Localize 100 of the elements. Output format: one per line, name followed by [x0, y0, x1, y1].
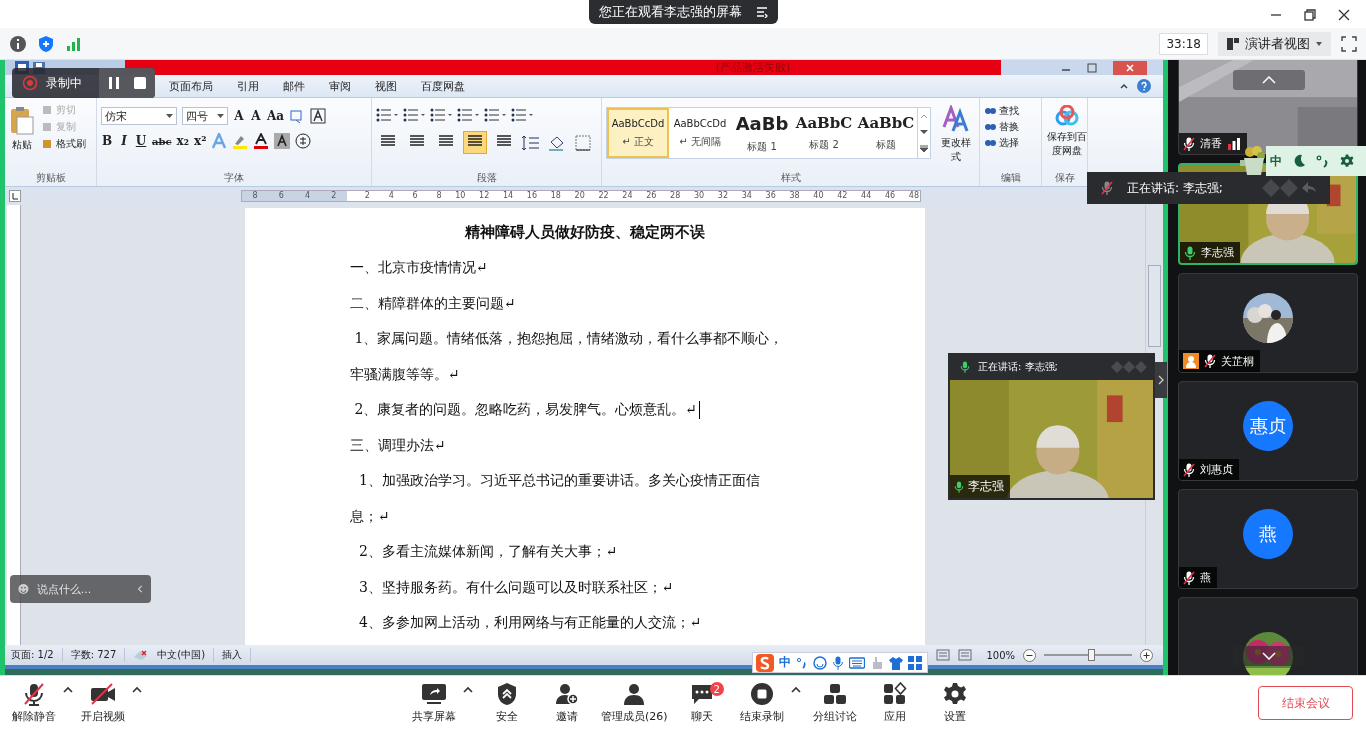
zoom-out-icon[interactable] — [1023, 648, 1036, 662]
security-shield-icon[interactable] — [37, 34, 55, 53]
collapse-icon[interactable] — [136, 584, 143, 594]
fullscreen-icon[interactable] — [1341, 35, 1357, 52]
view-mode-dropdown[interactable]: 演讲者视图 — [1218, 31, 1331, 56]
collapse-ribbon-icon[interactable] — [1119, 81, 1129, 91]
toolbar-button[interactable]: 应用 — [868, 682, 921, 724]
editing-button[interactable]: 查找 — [984, 104, 1019, 118]
ribbon-tab[interactable]: 百度网盘 — [409, 78, 477, 94]
participant-tile[interactable] — [1178, 597, 1358, 675]
caret-icon[interactable] — [790, 686, 801, 693]
toolbar-button[interactable]: 设置 — [928, 682, 981, 724]
font-tool-button[interactable]: A — [233, 109, 245, 123]
help-icon[interactable] — [1137, 79, 1151, 93]
style-option[interactable]: AaBb 标题 1 — [731, 108, 793, 158]
toolbar-button[interactable]: 共享屏幕 — [408, 682, 460, 724]
toolbar-button[interactable]: 安全 — [481, 682, 533, 724]
ribbon-tab[interactable]: 页面布局 — [157, 78, 225, 94]
style-option[interactable]: AaBbC 标题 2 — [793, 108, 855, 158]
toolbar-button[interactable]: 结束录制 — [735, 682, 788, 724]
editing-button[interactable]: 选择 — [984, 136, 1019, 150]
chat-bar[interactable]: 说点什么... — [10, 575, 151, 603]
participant-tile[interactable]: 清香 — [1178, 60, 1358, 155]
font-format-button[interactable]: B — [101, 134, 113, 148]
close-button[interactable] — [1113, 60, 1147, 75]
microphone-icon[interactable] — [832, 655, 844, 670]
zoom-thumb[interactable] — [1087, 649, 1095, 661]
ribbon-tab[interactable]: 审阅 — [317, 78, 363, 94]
style-option[interactable]: AaBbC 标题 — [855, 108, 917, 158]
list-format-icon[interactable] — [403, 107, 425, 123]
caret-icon[interactable] — [463, 686, 473, 693]
close-icon[interactable] — [1338, 9, 1350, 21]
emoji-icon[interactable] — [18, 582, 29, 596]
enclose-character-icon[interactable] — [295, 133, 312, 149]
pause-icon[interactable] — [107, 76, 121, 90]
input-method-logo-icon[interactable] — [756, 653, 774, 672]
shirt-icon[interactable] — [889, 655, 903, 670]
restore-icon[interactable] — [1304, 9, 1316, 21]
ribbon-tab[interactable]: 引用 — [225, 78, 271, 94]
font-format-button[interactable]: U — [135, 134, 147, 148]
shading-icon[interactable] — [274, 133, 291, 149]
punctuation-icon[interactable] — [796, 656, 808, 669]
list-format-icon[interactable] — [457, 107, 479, 123]
insert-mode[interactable]: 插入 — [222, 648, 252, 662]
moon-icon[interactable] — [1292, 154, 1306, 168]
font-name-field[interactable]: 仿宋 — [101, 107, 177, 125]
settings-icon[interactable] — [1340, 154, 1354, 168]
editing-button[interactable]: 替换 — [984, 120, 1019, 134]
paste-button[interactable]: 粘贴 — [9, 101, 35, 170]
character-border-icon[interactable] — [310, 108, 327, 124]
style-option[interactable]: AaBbCcDd ↵ 无间隔 — [669, 108, 731, 158]
toolbar-button[interactable]: 管理成员(26) — [601, 682, 668, 724]
punctuation-icon[interactable] — [1316, 154, 1330, 168]
font-format-button[interactable]: x² — [194, 134, 207, 148]
font-tool-button[interactable]: A — [250, 109, 262, 123]
list-format-icon[interactable] — [430, 107, 452, 123]
participant-tile[interactable]: 燕 燕 — [1178, 489, 1358, 589]
stop-icon[interactable] — [133, 76, 147, 90]
expand-handle[interactable] — [1155, 362, 1167, 398]
menu-icon[interactable] — [755, 6, 768, 18]
info-icon[interactable] — [9, 34, 27, 53]
align-button[interactable] — [463, 131, 487, 154]
grid-icon[interactable] — [908, 655, 922, 670]
save-to-cloud-button[interactable]: 保存到百度网盘 — [1046, 101, 1088, 170]
chat-input-field[interactable]: 说点什么... — [34, 581, 131, 597]
zoom-in-icon[interactable] — [1140, 648, 1153, 662]
font-format-button[interactable]: abc — [152, 135, 172, 147]
emoji-icon[interactable] — [813, 655, 827, 670]
font-tool-button[interactable]: Aa — [267, 109, 285, 123]
list-format-icon[interactable] — [511, 107, 533, 123]
more-icon[interactable] — [920, 145, 928, 153]
toolbar-button[interactable]: 分组讨论 — [808, 682, 861, 724]
tab-selector-icon[interactable] — [9, 190, 21, 202]
keyboard-icon[interactable] — [849, 656, 865, 669]
toolbar-button[interactable]: 聊天 2 — [675, 682, 728, 724]
participant-tile[interactable]: 惠贞 刘惠贞 — [1178, 381, 1358, 481]
toolbar-button[interactable]: 邀请 — [541, 682, 593, 724]
font-size-field[interactable]: 四号 — [182, 107, 228, 125]
zoom-percent[interactable]: 100% — [986, 649, 1015, 661]
input-mode[interactable]: 中 — [779, 654, 791, 671]
proofing-icon[interactable] — [133, 649, 150, 661]
style-option[interactable]: AaBbCcDd ↵ 正文 — [607, 108, 669, 158]
scroll-down-icon[interactable] — [920, 129, 928, 135]
font-format-button[interactable]: I — [118, 134, 130, 148]
end-meeting-button[interactable]: 结束会议 — [1258, 686, 1353, 720]
list-format-icon[interactable] — [376, 107, 398, 123]
scroll-up-button[interactable] — [1233, 70, 1305, 90]
participant-tile[interactable]: 关芷桐 — [1178, 273, 1358, 373]
clipboard-button[interactable]: 格式刷 — [41, 137, 86, 151]
change-styles-button[interactable]: 更改样式 — [937, 101, 975, 170]
toolbar-button[interactable]: 解除静音 — [8, 682, 60, 724]
toolbar-button[interactable]: 开启视频 — [77, 682, 129, 724]
floating-video-window[interactable]: 正在讲话: 李志强; 李志强 — [948, 353, 1155, 500]
scroll-up-icon[interactable] — [920, 113, 928, 119]
language-status[interactable]: 中文(中国) — [157, 648, 215, 662]
caret-icon[interactable] — [63, 686, 73, 693]
ribbon-tab[interactable]: 视图 — [363, 78, 409, 94]
caret-icon[interactable] — [132, 686, 142, 693]
font-color-icon[interactable] — [253, 133, 270, 149]
list-format-icon[interactable] — [484, 107, 506, 123]
